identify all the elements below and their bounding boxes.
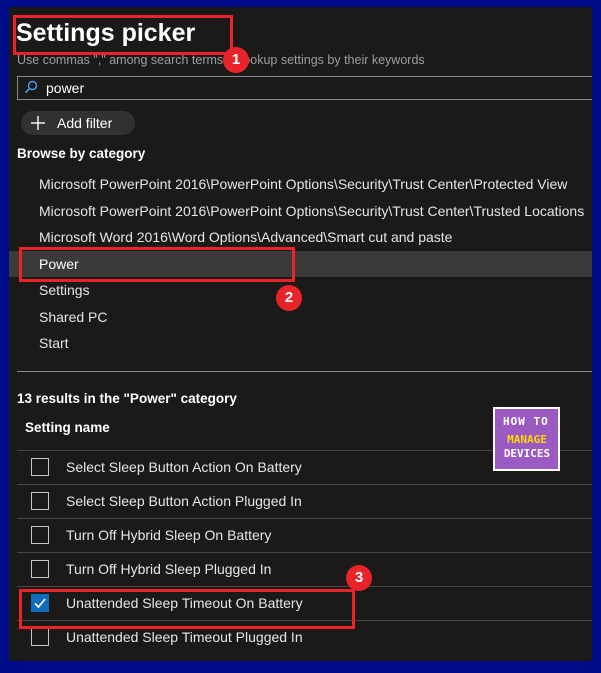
setting-name: Turn Off Hybrid Sleep Plugged In — [66, 561, 272, 577]
callout-badge-3: 3 — [346, 565, 372, 591]
row-checkbox[interactable] — [31, 492, 49, 510]
row-checkbox[interactable] — [31, 526, 49, 544]
category-item[interactable]: Microsoft PowerPoint 2016\PowerPoint Opt… — [9, 171, 592, 198]
browse-heading: Browse by category — [17, 146, 146, 161]
row-checkbox[interactable] — [31, 458, 49, 476]
callout-badge-1: 1 — [223, 47, 249, 73]
table-row[interactable]: Turn Off Hybrid Sleep Plugged In — [17, 552, 592, 586]
category-item[interactable]: Shared PC — [9, 304, 592, 331]
search-icon — [24, 80, 38, 94]
row-checkbox[interactable] — [31, 628, 49, 646]
section-divider — [17, 371, 592, 372]
search-hint: Use commas "," among search terms to loo… — [17, 53, 425, 67]
search-box[interactable] — [17, 76, 592, 100]
table-row[interactable]: Select Sleep Button Action Plugged In — [17, 484, 592, 518]
column-header-setting-name[interactable]: Setting name — [25, 420, 110, 435]
callout-box-checked-row — [19, 589, 355, 629]
row-checkbox[interactable] — [31, 560, 49, 578]
howto-manage-devices-logo: HOW TO MANAGE DEVICES — [493, 407, 560, 471]
setting-name: Unattended Sleep Timeout Plugged In — [66, 629, 303, 645]
setting-name: Select Sleep Button Action On Battery — [66, 459, 302, 475]
table-row[interactable]: Turn Off Hybrid Sleep On Battery — [17, 518, 592, 552]
add-filter-label: Add filter — [57, 115, 113, 131]
results-summary: 13 results in the "Power" category — [17, 391, 237, 406]
setting-name: Select Sleep Button Action Plugged In — [66, 493, 302, 509]
category-item[interactable]: Start — [9, 330, 592, 357]
category-item[interactable]: Microsoft PowerPoint 2016\PowerPoint Opt… — [9, 198, 592, 225]
callout-box-title — [13, 15, 233, 55]
callout-badge-2: 2 — [276, 285, 302, 311]
add-filter-button[interactable]: Add filter — [21, 111, 135, 135]
settings-picker-panel: Settings picker Use commas "," among sea… — [9, 7, 592, 661]
plus-icon — [31, 116, 45, 130]
search-input[interactable] — [44, 78, 588, 98]
setting-name: Turn Off Hybrid Sleep On Battery — [66, 527, 272, 543]
callout-box-power — [19, 247, 295, 282]
